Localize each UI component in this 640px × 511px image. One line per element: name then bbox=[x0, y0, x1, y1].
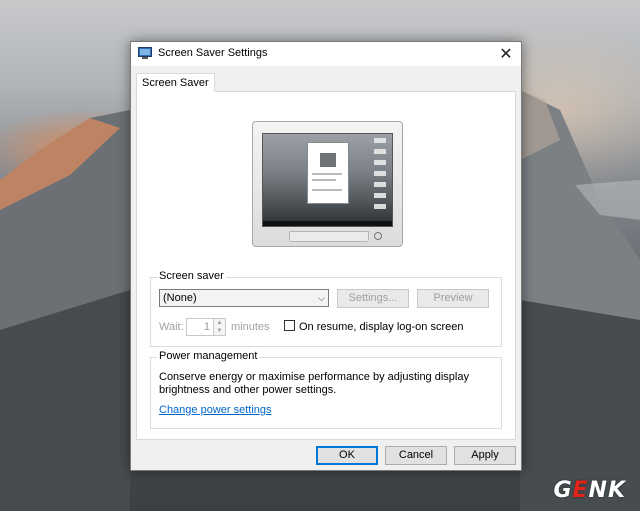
monitor-stand bbox=[289, 231, 369, 242]
wait-minutes-input[interactable]: 1 bbox=[186, 318, 214, 336]
preview-mini-line bbox=[312, 179, 336, 181]
wait-label: Wait: bbox=[159, 321, 184, 333]
watermark-letter: E bbox=[572, 478, 589, 503]
title-bar: Screen Saver Settings ✕ bbox=[131, 42, 521, 66]
close-icon: ✕ bbox=[499, 46, 513, 63]
close-button[interactable]: ✕ bbox=[491, 42, 521, 66]
screen-saver-select[interactable]: (None) ⌵ bbox=[159, 289, 329, 307]
chevron-up-icon: ▲ bbox=[216, 320, 223, 326]
screen-saver-settings-dialog: Screen Saver Settings ✕ Screen Saver Scr… bbox=[130, 41, 522, 471]
screen-saver-group: Screen saver (None) ⌵ Settings... Previe… bbox=[150, 270, 502, 347]
watermark-letter: G bbox=[553, 478, 573, 503]
genk-watermark-logo: GENK bbox=[553, 478, 626, 503]
change-power-settings-link[interactable]: Change power settings bbox=[159, 404, 272, 416]
screen-saver-group-label: Screen saver bbox=[157, 270, 226, 282]
apply-button[interactable]: Apply bbox=[454, 446, 516, 465]
tab-screen-saver[interactable]: Screen Saver bbox=[136, 73, 215, 92]
preview-desktop-icons bbox=[374, 138, 386, 213]
monitor-power-icon bbox=[374, 232, 382, 240]
chevron-down-icon: ⌵ bbox=[318, 293, 325, 303]
preview-mini-line bbox=[312, 173, 342, 175]
preview-mini-line bbox=[312, 189, 342, 191]
monitor-preview bbox=[252, 121, 403, 247]
resume-logon-checkbox[interactable] bbox=[284, 320, 295, 331]
power-management-group-label: Power management bbox=[157, 350, 260, 362]
power-description: Conserve energy or maximise performance … bbox=[159, 371, 469, 396]
tab-panel: Screen saver (None) ⌵ Settings... Previe… bbox=[136, 91, 516, 440]
cancel-button[interactable]: Cancel bbox=[385, 446, 447, 465]
preview-taskbar bbox=[263, 221, 392, 226]
screen-saver-selected-value: (None) bbox=[163, 292, 197, 304]
watermark-letter: NK bbox=[588, 478, 626, 503]
screen-saver-app-icon bbox=[138, 47, 152, 59]
wait-minutes-stepper[interactable]: ▲ ▼ bbox=[214, 318, 226, 336]
resume-logon-label[interactable]: On resume, display log-on screen bbox=[299, 321, 463, 333]
settings-button[interactable]: Settings... bbox=[337, 289, 409, 308]
preview-button[interactable]: Preview bbox=[417, 289, 489, 308]
preview-screen bbox=[262, 133, 393, 227]
power-management-group: Power management Conserve energy or maxi… bbox=[150, 350, 502, 429]
ok-button[interactable]: OK bbox=[316, 446, 378, 465]
window-title: Screen Saver Settings bbox=[158, 47, 268, 59]
minutes-label: minutes bbox=[231, 321, 270, 333]
chevron-down-icon: ▼ bbox=[216, 328, 223, 334]
preview-mini-dialog bbox=[307, 142, 349, 204]
preview-mini-thumb bbox=[320, 153, 336, 167]
